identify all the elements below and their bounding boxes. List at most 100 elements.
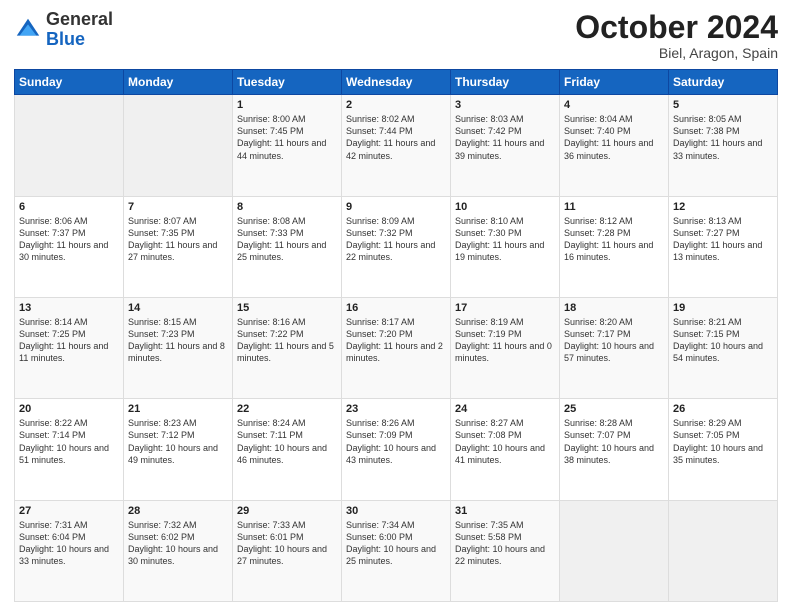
day-number: 29 (237, 505, 337, 517)
calendar-cell: 7Sunrise: 8:07 AM Sunset: 7:35 PM Daylig… (124, 196, 233, 297)
day-number: 1 (237, 99, 337, 111)
day-info: Sunrise: 8:09 AM Sunset: 7:32 PM Dayligh… (346, 215, 446, 264)
calendar-cell: 4Sunrise: 8:04 AM Sunset: 7:40 PM Daylig… (560, 95, 669, 196)
calendar-cell: 10 Sunrise: 8:10 AM Sunset: 7:30 PM Dayli… (451, 196, 560, 297)
day-info: Sunrise: 8:19 AM Sunset: 7:19 PM Dayligh… (455, 316, 555, 365)
weekday-header-saturday: Saturday (669, 70, 778, 95)
day-number: 12 (673, 201, 773, 213)
calendar-header-row: SundayMondayTuesdayWednesdayThursdayFrid… (15, 70, 778, 95)
calendar-cell: 1 Sunrise: 8:00 AM Sunset: 7:45 PM Daylig… (233, 95, 342, 196)
logo-general: General (46, 10, 113, 30)
day-info: Sunrise: 8:28 AM Sunset: 7:07 PM Dayligh… (564, 417, 664, 466)
day-info: Sunrise: 8:07 AM Sunset: 7:35 PM Dayligh… (128, 215, 228, 264)
calendar-week-3: 13Sunrise: 8:14 AM Sunset: 7:25 PM Dayli… (15, 297, 778, 398)
day-info: Sunrise: 8:23 AM Sunset: 7:12 PM Dayligh… (128, 417, 228, 466)
calendar-cell: 26 Sunrise: 8:29 AM Sunset: 7:05 PM Dayli… (669, 399, 778, 500)
day-info: Sunrise: 8:12 AM Sunset: 7:28 PM Dayligh… (564, 215, 664, 264)
page-container: General Blue October 2024 Biel, Aragon, … (0, 0, 792, 612)
day-number: 25 (564, 403, 664, 415)
day-number: 21 (128, 403, 228, 415)
day-number: 5 (673, 99, 773, 111)
title-block: October 2024 Biel, Aragon, Spain (575, 10, 778, 61)
calendar-cell: 17 Sunrise: 8:19 AM Sunset: 7:19 PM Dayli… (451, 297, 560, 398)
calendar-cell: 30 Sunrise: 7:34 AM Sunset: 6:00 PM Dayli… (342, 500, 451, 601)
calendar-cell: 23 Sunrise: 8:26 AM Sunset: 7:09 PM Dayli… (342, 399, 451, 500)
day-number: 18 (564, 302, 664, 314)
day-number: 10 (455, 201, 555, 213)
weekday-header-wednesday: Wednesday (342, 70, 451, 95)
calendar-cell: 13Sunrise: 8:14 AM Sunset: 7:25 PM Dayli… (15, 297, 124, 398)
day-info: Sunrise: 8:13 AM Sunset: 7:27 PM Dayligh… (673, 215, 773, 264)
day-number: 30 (346, 505, 446, 517)
day-info: Sunrise: 8:20 AM Sunset: 7:17 PM Dayligh… (564, 316, 664, 365)
day-info: Sunrise: 8:08 AM Sunset: 7:33 PM Dayligh… (237, 215, 337, 264)
calendar-cell: 21 Sunrise: 8:23 AM Sunset: 7:12 PM Dayli… (124, 399, 233, 500)
day-number: 3 (455, 99, 555, 111)
logo: General Blue (14, 10, 113, 50)
day-info: Sunrise: 8:16 AM Sunset: 7:22 PM Dayligh… (237, 316, 337, 365)
day-info: Sunrise: 8:24 AM Sunset: 7:11 PM Dayligh… (237, 417, 337, 466)
day-number: 28 (128, 505, 228, 517)
day-info: Sunrise: 8:27 AM Sunset: 7:08 PM Dayligh… (455, 417, 555, 466)
day-info: Sunrise: 8:29 AM Sunset: 7:05 PM Dayligh… (673, 417, 773, 466)
calendar-cell: 11 Sunrise: 8:12 AM Sunset: 7:28 PM Dayli… (560, 196, 669, 297)
day-number: 16 (346, 302, 446, 314)
page-header: General Blue October 2024 Biel, Aragon, … (14, 10, 778, 61)
weekday-header-sunday: Sunday (15, 70, 124, 95)
calendar-cell: 14Sunrise: 8:15 AM Sunset: 7:23 PM Dayli… (124, 297, 233, 398)
day-info: Sunrise: 8:26 AM Sunset: 7:09 PM Dayligh… (346, 417, 446, 466)
day-info: Sunrise: 7:32 AM Sunset: 6:02 PM Dayligh… (128, 519, 228, 568)
day-number: 2 (346, 99, 446, 111)
calendar-week-2: 6 Sunrise: 8:06 AM Sunset: 7:37 PM Daylig… (15, 196, 778, 297)
calendar-cell: 18 Sunrise: 8:20 AM Sunset: 7:17 PM Dayli… (560, 297, 669, 398)
calendar-week-4: 20 Sunrise: 8:22 AM Sunset: 7:14 PM Dayli… (15, 399, 778, 500)
calendar-week-1: 1 Sunrise: 8:00 AM Sunset: 7:45 PM Daylig… (15, 95, 778, 196)
calendar-cell: 12 Sunrise: 8:13 AM Sunset: 7:27 PM Dayli… (669, 196, 778, 297)
day-number: 17 (455, 302, 555, 314)
day-info: Sunrise: 8:17 AM Sunset: 7:20 PM Dayligh… (346, 316, 446, 365)
day-info: Sunrise: 7:35 AM Sunset: 5:58 PM Dayligh… (455, 519, 555, 568)
calendar-cell: 19 Sunrise: 8:21 AM Sunset: 7:15 PM Dayli… (669, 297, 778, 398)
calendar-cell: 31 Sunrise: 7:35 AM Sunset: 5:58 PM Dayli… (451, 500, 560, 601)
day-number: 8 (237, 201, 337, 213)
day-number: 31 (455, 505, 555, 517)
weekday-header-thursday: Thursday (451, 70, 560, 95)
weekday-header-monday: Monday (124, 70, 233, 95)
day-number: 19 (673, 302, 773, 314)
weekday-header-friday: Friday (560, 70, 669, 95)
day-number: 26 (673, 403, 773, 415)
calendar-cell (124, 95, 233, 196)
calendar-cell: 3 Sunrise: 8:03 AM Sunset: 7:42 PM Daylig… (451, 95, 560, 196)
calendar-cell: 20 Sunrise: 8:22 AM Sunset: 7:14 PM Dayli… (15, 399, 124, 500)
calendar-cell: 6 Sunrise: 8:06 AM Sunset: 7:37 PM Daylig… (15, 196, 124, 297)
calendar-cell: 15Sunrise: 8:16 AM Sunset: 7:22 PM Dayli… (233, 297, 342, 398)
calendar-cell: 25 Sunrise: 8:28 AM Sunset: 7:07 PM Dayli… (560, 399, 669, 500)
calendar-cell (560, 500, 669, 601)
day-info: Sunrise: 8:04 AM Sunset: 7:40 PM Dayligh… (564, 113, 664, 162)
location-subtitle: Biel, Aragon, Spain (575, 45, 778, 61)
day-number: 27 (19, 505, 119, 517)
day-info: Sunrise: 8:06 AM Sunset: 7:37 PM Dayligh… (19, 215, 119, 264)
calendar-cell: 16 Sunrise: 8:17 AM Sunset: 7:20 PM Dayli… (342, 297, 451, 398)
day-info: Sunrise: 8:22 AM Sunset: 7:14 PM Dayligh… (19, 417, 119, 466)
day-number: 11 (564, 201, 664, 213)
calendar-cell (15, 95, 124, 196)
day-number: 23 (346, 403, 446, 415)
day-number: 20 (19, 403, 119, 415)
day-info: Sunrise: 8:03 AM Sunset: 7:42 PM Dayligh… (455, 113, 555, 162)
day-info: Sunrise: 8:21 AM Sunset: 7:15 PM Dayligh… (673, 316, 773, 365)
month-title: October 2024 (575, 10, 778, 45)
day-info: Sunrise: 8:05 AM Sunset: 7:38 PM Dayligh… (673, 113, 773, 162)
calendar-cell: 5 Sunrise: 8:05 AM Sunset: 7:38 PM Daylig… (669, 95, 778, 196)
day-info: Sunrise: 7:33 AM Sunset: 6:01 PM Dayligh… (237, 519, 337, 568)
day-number: 14 (128, 302, 228, 314)
day-info: Sunrise: 8:00 AM Sunset: 7:45 PM Dayligh… (237, 113, 337, 162)
day-number: 9 (346, 201, 446, 213)
calendar-cell: 27Sunrise: 7:31 AM Sunset: 6:04 PM Dayli… (15, 500, 124, 601)
calendar-cell: 9 Sunrise: 8:09 AM Sunset: 7:32 PM Daylig… (342, 196, 451, 297)
day-number: 6 (19, 201, 119, 213)
day-info: Sunrise: 8:10 AM Sunset: 7:30 PM Dayligh… (455, 215, 555, 264)
day-info: Sunrise: 7:34 AM Sunset: 6:00 PM Dayligh… (346, 519, 446, 568)
day-number: 22 (237, 403, 337, 415)
calendar-week-5: 27Sunrise: 7:31 AM Sunset: 6:04 PM Dayli… (15, 500, 778, 601)
